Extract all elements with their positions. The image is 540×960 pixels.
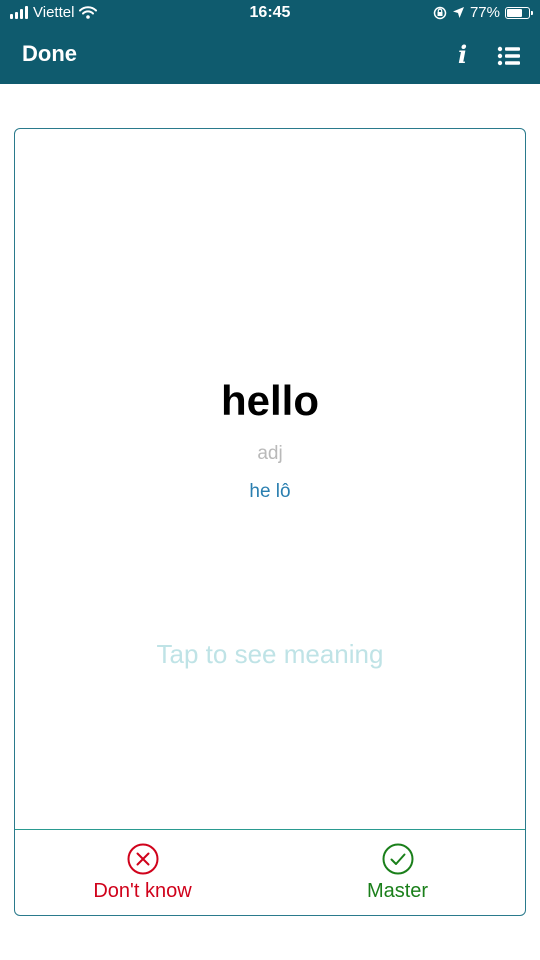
card-actions: Don't know Master: [15, 829, 525, 915]
done-button[interactable]: Done: [22, 41, 77, 67]
flashcard: hello adj he lô Tap to see meaning Don't…: [14, 128, 526, 916]
master-label: Master: [366, 880, 429, 902]
dont-know-label: Don't know: [93, 880, 192, 902]
status-bar: Viettel 16:45 77%: [0, 0, 540, 28]
battery-icon: [505, 6, 533, 19]
check-circle-icon: [382, 843, 413, 875]
tap-to-see-meaning-hint: Tap to see meaning: [156, 639, 384, 669]
rotation-lock-icon: [433, 6, 447, 19]
dont-know-button[interactable]: Don't know: [15, 830, 270, 915]
flashcard-word: hello: [220, 377, 319, 424]
header: Viettel 16:45 77% Done i: [0, 0, 540, 84]
navigation-bar: Done i: [0, 28, 540, 84]
close-circle-icon: [127, 843, 158, 875]
location-arrow-icon: [452, 7, 464, 18]
master-button[interactable]: Master: [270, 830, 525, 915]
pronunciation: he lô: [249, 481, 291, 502]
flashcard-face[interactable]: hello adj he lô Tap to see meaning: [15, 129, 525, 829]
info-icon[interactable]: i: [458, 40, 467, 69]
list-icon[interactable]: [497, 45, 521, 67]
part-of-speech: adj: [257, 443, 283, 464]
status-right: 77%: [433, 4, 533, 21]
battery-percent: 77%: [469, 4, 500, 21]
